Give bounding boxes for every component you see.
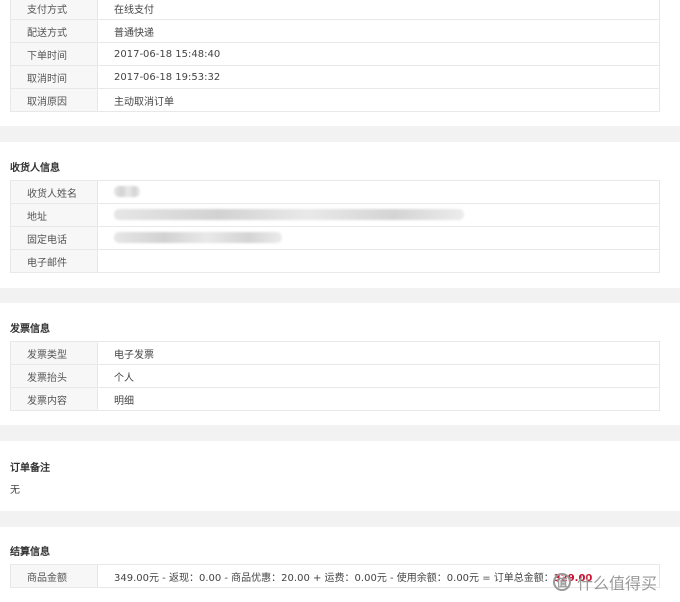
cancel-reason-value: 主动取消订单 <box>97 88 660 112</box>
table-row: 取消时间 2017-06-18 19:53:32 <box>10 65 660 89</box>
invoice-type-label: 发票类型 <box>10 341 98 365</box>
table-row: 收货人姓名 <box>10 180 660 204</box>
payment-method-label: 支付方式 <box>10 0 98 20</box>
table-row: 发票类型 电子发票 <box>10 341 660 365</box>
invoice-content-value: 明细 <box>97 387 660 411</box>
table-row: 地址 <box>10 203 660 227</box>
payment-method-value: 在线支付 <box>97 0 660 20</box>
watermark-badge-icon: 值 <box>553 573 571 591</box>
watermark: 值 什么值得买 <box>553 570 657 594</box>
settlement-formula: 349.00元 - 返现：0.00 - 商品优惠：20.00 + 运费：0.00… <box>114 572 554 584</box>
table-row: 支付方式 在线支付 <box>10 0 660 20</box>
delivery-method-value: 普通快递 <box>97 19 660 43</box>
invoice-header-label: 发票抬头 <box>10 364 98 388</box>
goods-amount-label: 商品金额 <box>10 564 98 588</box>
watermark-text: 什么值得买 <box>577 574 658 593</box>
address-value <box>97 203 660 227</box>
invoice-header-value: 个人 <box>97 364 660 388</box>
table-row: 下单时间 2017-06-18 15:48:40 <box>10 42 660 66</box>
table-row: 取消原因 主动取消订单 <box>10 88 660 112</box>
table-row: 电子邮件 <box>10 249 660 273</box>
settlement-section-title: 结算信息 <box>10 547 50 558</box>
invoice-section-title: 发票信息 <box>10 324 50 335</box>
invoice-content-label: 发票内容 <box>10 387 98 411</box>
order-info-table: 支付方式 在线支付 配送方式 普通快递 下单时间 2017-06-18 15:4… <box>10 0 660 112</box>
order-info-card: 支付方式 在线支付 配送方式 普通快递 下单时间 2017-06-18 15:4… <box>0 0 680 126</box>
address-label: 地址 <box>10 203 98 227</box>
table-row: 发票内容 明细 <box>10 387 660 411</box>
table-row: 固定电话 <box>10 226 660 250</box>
invoice-type-value: 电子发票 <box>97 341 660 365</box>
cancel-time-value: 2017-06-18 19:53:32 <box>97 65 660 89</box>
consignee-name-value <box>97 180 660 204</box>
consignee-name-label: 收货人姓名 <box>10 180 98 204</box>
delivery-method-label: 配送方式 <box>10 19 98 43</box>
order-time-label: 下单时间 <box>10 42 98 66</box>
email-label: 电子邮件 <box>10 249 98 273</box>
invoice-card: 发票信息 发票类型 电子发票 发票抬头 个人 发票内容 明细 <box>0 303 680 425</box>
email-value <box>97 249 660 273</box>
landline-label: 固定电话 <box>10 226 98 250</box>
consignee-table: 收货人姓名 地址 固定电话 电子邮件 <box>10 180 660 273</box>
consignee-section-title: 收货人信息 <box>10 163 60 174</box>
remark-card: 订单备注 无 <box>0 441 680 511</box>
table-row: 配送方式 普通快递 <box>10 19 660 43</box>
remark-section-title: 订单备注 <box>10 463 50 474</box>
remark-value: 无 <box>10 485 20 496</box>
landline-value <box>97 226 660 250</box>
table-row: 发票抬头 个人 <box>10 364 660 388</box>
cancel-time-label: 取消时间 <box>10 65 98 89</box>
cancel-reason-label: 取消原因 <box>10 88 98 112</box>
order-time-value: 2017-06-18 15:48:40 <box>97 42 660 66</box>
consignee-card: 收货人信息 收货人姓名 地址 固定电话 电子邮件 <box>0 142 680 288</box>
invoice-table: 发票类型 电子发票 发票抬头 个人 发票内容 明细 <box>10 341 660 411</box>
